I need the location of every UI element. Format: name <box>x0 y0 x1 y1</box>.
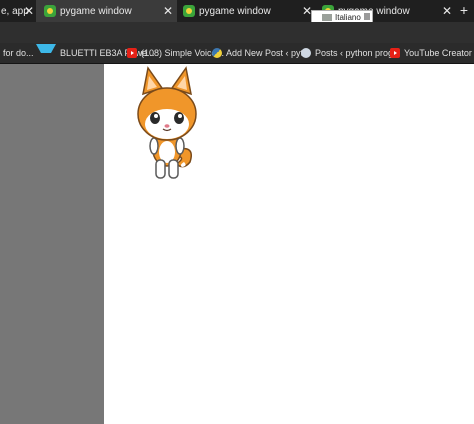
grip-icon <box>364 13 370 20</box>
tooltip-text: Italiano <box>335 12 361 22</box>
tab-pygame-window-1[interactable]: pygame window ✕ <box>36 0 177 22</box>
cat-sprite-icon <box>137 66 197 179</box>
bookmark-item[interactable]: for do... <box>3 43 34 63</box>
keyboard-icon <box>322 13 332 21</box>
wordpress-icon <box>301 48 311 58</box>
new-tab-icon[interactable]: + <box>460 3 468 17</box>
youtube-icon <box>127 48 137 58</box>
bookmark-label: Posts ‹ python prog... <box>315 48 401 58</box>
youtube-icon <box>390 48 400 58</box>
pygame-favicon-icon <box>183 5 195 17</box>
bookmarks-bar: for do... BLUETTI EB3A Powe... (108) Sim… <box>0 43 474 64</box>
bluetti-icon <box>36 43 56 63</box>
tab-close-icon[interactable]: ✕ <box>442 4 452 18</box>
bookmark-item[interactable]: (108) Simple Voice... <box>127 43 224 63</box>
bookmark-item[interactable]: Add New Post ‹ pyt... <box>212 43 311 63</box>
bookmark-label: YouTube Creator St... <box>404 48 474 58</box>
pygame-favicon-icon <box>44 5 56 17</box>
bookmark-label: for do... <box>3 48 34 58</box>
tab-label: pygame window <box>60 5 132 17</box>
tab-strip: e, app ✕ pygame window ✕ pygame window ✕… <box>0 0 474 24</box>
tab-close-icon[interactable]: ✕ <box>163 4 173 18</box>
tab-label: pygame window <box>199 5 271 17</box>
bookmark-item[interactable]: YouTube Creator St... <box>390 43 474 63</box>
toolbar-strip <box>0 22 474 43</box>
bookmark-item[interactable]: Posts ‹ python prog... <box>301 43 401 63</box>
python-icon <box>212 48 222 58</box>
tab-close-icon[interactable]: ✕ <box>24 4 34 18</box>
bookmark-label: Add New Post ‹ pyt... <box>226 48 311 58</box>
tab-pygame-window-2[interactable]: pygame window ✕ <box>177 0 316 22</box>
desktop-background <box>0 64 104 424</box>
